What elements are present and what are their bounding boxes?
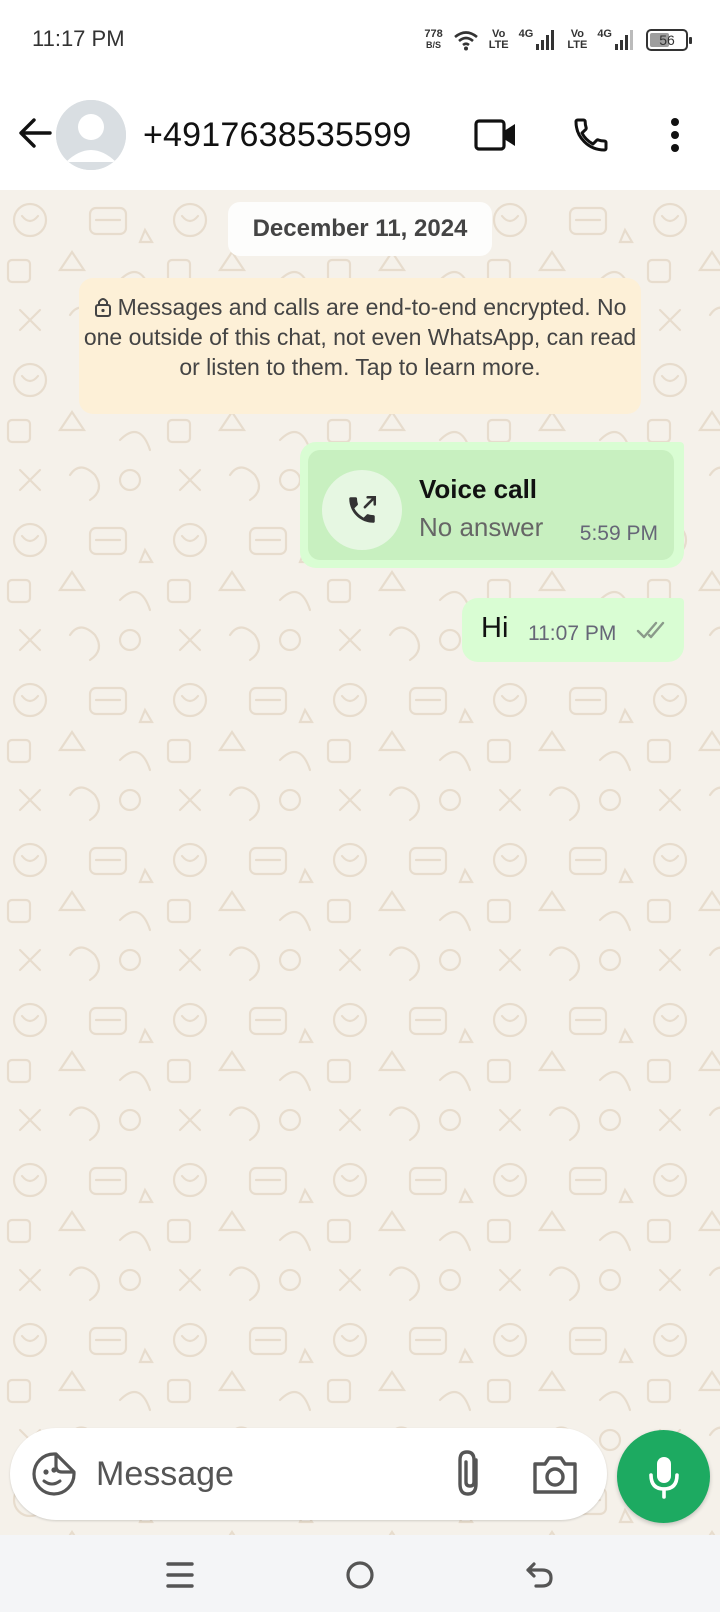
nav-back-button[interactable]	[520, 1555, 560, 1595]
call-status: No answer	[419, 512, 544, 542]
more-options-button[interactable]	[651, 110, 699, 160]
message-text[interactable]: Hi 11:07 PM	[462, 598, 684, 662]
more-vert-icon	[671, 118, 679, 152]
back-button[interactable]	[14, 112, 56, 154]
chat-area[interactable]: December 11, 2024 Messages and calls are…	[0, 190, 720, 1535]
attach-icon	[458, 1450, 478, 1496]
nav-recents-button[interactable]	[160, 1555, 200, 1595]
video-call-icon	[474, 119, 515, 151]
wifi-icon	[453, 31, 478, 51]
voice-message-button[interactable]	[617, 1430, 710, 1523]
avatar[interactable]	[56, 100, 126, 170]
missed-outgoing-call-icon	[349, 495, 377, 523]
battery-icon: 56	[646, 29, 692, 51]
phone-call-icon	[574, 118, 608, 152]
camera-button[interactable]	[530, 1450, 580, 1500]
status-icons: 778 B/S Vo LTE 4G Vo LTE 4G 56	[424, 24, 692, 56]
date-chip: December 11, 2024	[228, 202, 492, 256]
message-time: 5:59 PM	[579, 522, 658, 545]
call-title: Voice call	[419, 474, 538, 504]
attach-button[interactable]	[446, 1448, 496, 1500]
camera-icon	[533, 1456, 577, 1494]
mic-icon	[648, 1456, 679, 1499]
sticker-button[interactable]	[30, 1450, 78, 1498]
system-nav-bar	[0, 1535, 720, 1612]
voice-call-button[interactable]	[566, 110, 616, 160]
status-bar: 11:17 PM 778 B/S Vo LTE 4G Vo LTE 4G 56	[0, 0, 720, 80]
back-nav-icon	[526, 1562, 553, 1588]
contact-name[interactable]: +4917638535599	[143, 116, 411, 155]
call-card[interactable]: Voice call No answer 5:59 PM	[308, 450, 674, 560]
signal-icon	[615, 30, 633, 50]
message-input[interactable]	[96, 1446, 426, 1502]
volte-badge-1: Vo LTE	[488, 28, 509, 51]
encryption-notice[interactable]: Messages and calls are end-to-end encryp…	[79, 278, 641, 414]
menu-icon	[166, 1562, 194, 1588]
message-voice-call[interactable]: Voice call No answer 5:59 PM	[300, 442, 684, 568]
status-time: 11:17 PM	[32, 26, 125, 51]
call-icon-badge	[322, 470, 402, 550]
lock-icon	[94, 298, 111, 317]
nav-home-button[interactable]	[340, 1555, 380, 1595]
network-type-1: 4G	[518, 28, 534, 40]
volte-badge-2: Vo LTE	[567, 28, 588, 51]
message-composer	[10, 1428, 607, 1520]
network-type-2: 4G	[597, 28, 612, 40]
sticker-icon	[32, 1452, 76, 1496]
message-body: Hi	[481, 612, 509, 644]
message-time: 11:07 PM	[528, 622, 617, 645]
back-arrow-icon	[19, 118, 52, 148]
encryption-notice-text: Messages and calls are end-to-end encryp…	[83, 294, 637, 380]
battery-level: 56	[659, 32, 675, 48]
avatar-icon	[56, 100, 126, 170]
signal-icon	[536, 30, 555, 50]
video-call-button[interactable]	[471, 110, 521, 160]
home-circle-icon	[346, 1561, 374, 1589]
network-rate: 778 B/S	[424, 28, 443, 51]
chat-header: +4917638535599	[0, 80, 720, 190]
double-tick-icon	[636, 621, 665, 639]
